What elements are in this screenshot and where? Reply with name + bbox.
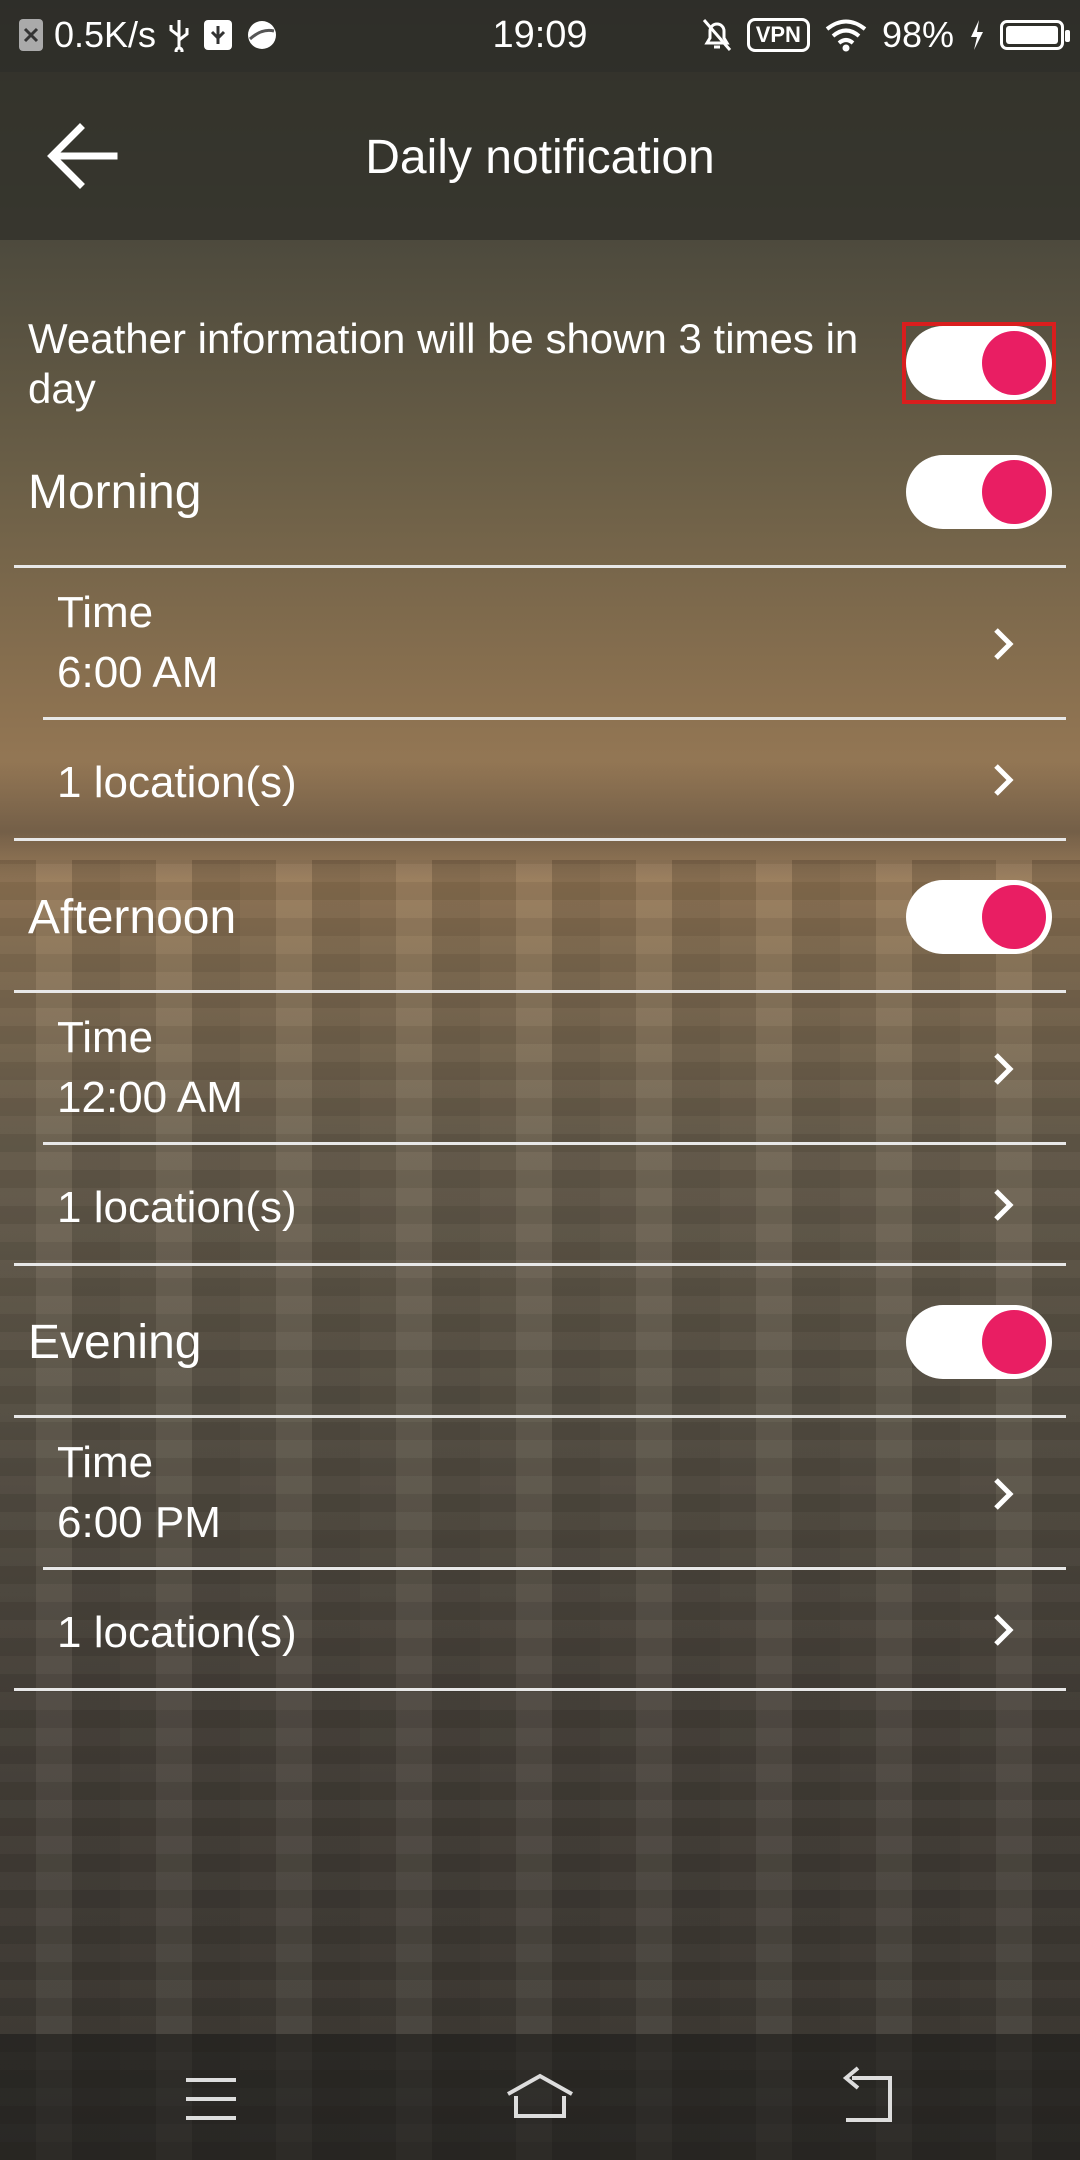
divider [14,565,1066,568]
back-nav-button[interactable] [828,2064,908,2134]
divider [43,1142,1066,1145]
evening-toggle[interactable] [906,1305,1052,1379]
time-value: 12:00 AM [57,1073,243,1122]
afternoon-toggle[interactable] [906,880,1052,954]
section-title-morning: Morning [28,466,202,519]
locations-label: 1 location(s) [57,1608,297,1657]
divider [14,1263,1066,1266]
time-label: Time [57,1438,154,1487]
divider [14,1688,1066,1691]
morning-toggle[interactable] [906,455,1052,529]
battery-percent: 98% [881,14,954,55]
menu-button[interactable] [172,2064,252,2134]
chevron-right-icon [994,1614,1014,1646]
locations-label: 1 location(s) [57,758,297,807]
section-title-afternoon: Afternoon [28,891,237,944]
time-label: Time [57,588,154,637]
section-title-evening: Evening [28,1316,202,1369]
status-right: VPN 98% [701,14,1070,56]
app-bar: Daily notification [0,72,1080,240]
menu-icon [186,2078,236,2120]
wifi-icon [825,19,867,52]
divider [14,838,1066,841]
home-icon [507,2073,573,2118]
divider [14,990,1066,993]
intro-text: Weather information will be shown 3 time… [28,315,859,412]
chevron-right-icon [994,764,1014,796]
chevron-right-icon [994,1478,1014,1510]
status-bar: 0.5K/s 19:09 VPN 98% [0,0,1080,72]
mute-bell-icon [702,19,731,51]
time-label: Time [57,1013,154,1062]
master-toggle[interactable] [902,322,1056,404]
charging-bolt-icon [971,20,983,50]
system-nav-bar [0,2034,1080,2160]
chevron-right-icon [994,1189,1014,1221]
back-icon [842,2066,892,2122]
chevron-right-icon [994,1053,1014,1085]
vpn-icon: VPN [746,18,810,52]
page-title: Daily notification [365,131,715,184]
time-value: 6:00 AM [57,648,219,697]
divider [43,1567,1066,1570]
divider [43,717,1066,720]
battery-icon [1000,20,1070,50]
time-value: 6:00 PM [57,1498,221,1547]
home-button[interactable] [500,2064,580,2134]
chevron-right-icon [994,628,1014,660]
divider [14,1415,1066,1418]
locations-label: 1 location(s) [57,1183,297,1232]
